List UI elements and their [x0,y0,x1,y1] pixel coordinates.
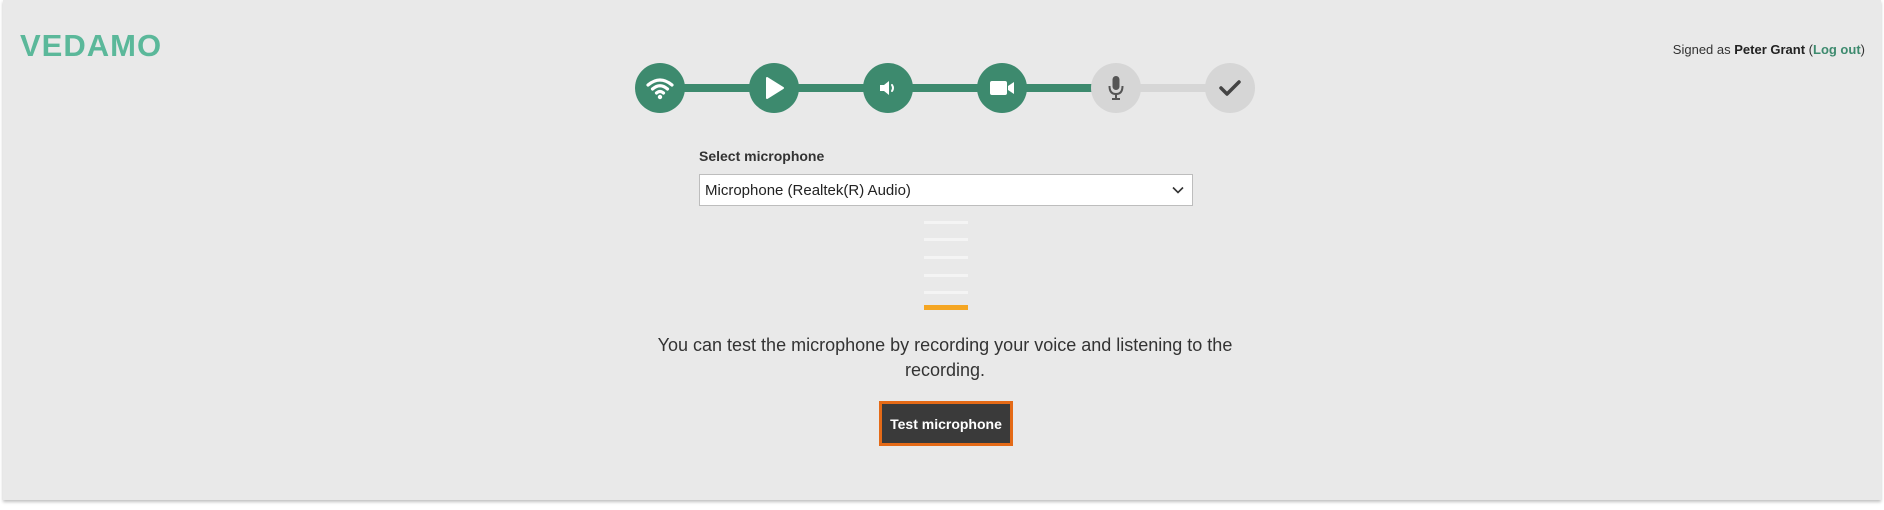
logout-link[interactable]: Log out [1813,42,1861,57]
microphone-level-meter [924,221,968,311]
test-microphone-button[interactable]: Test microphone [879,401,1013,446]
video-camera-icon [990,81,1014,95]
checkmark-icon [1219,80,1241,96]
level-bar [924,291,968,294]
play-icon [766,77,784,99]
step-network [635,63,685,113]
close-paren: ) [1860,42,1865,57]
open-paren: ( [1805,42,1813,57]
step-playback [749,63,799,113]
step-microphone [1091,63,1141,113]
main-panel: VEDAMO Signed as Peter Grant (Log out) S… [3,0,1881,500]
signed-prefix: Signed as [1672,42,1735,57]
microphone-icon [1108,76,1124,100]
selected-microphone: Microphone (Realtek(R) Audio) [705,182,911,199]
step-speaker [863,63,913,113]
select-microphone-label: Select microphone [699,148,825,164]
microphone-select[interactable]: Microphone (Realtek(R) Audio) [699,174,1193,206]
level-bar [924,238,968,241]
wifi-icon [646,78,674,100]
level-bar [924,256,968,259]
level-bar [924,221,968,224]
speaker-icon [880,81,894,95]
step-complete [1205,63,1255,113]
setup-stepper [635,63,1257,113]
step-camera [977,63,1027,113]
level-bar [924,274,968,277]
microphone-test-hint: You can test the microphone by recording… [657,335,1233,380]
vedamo-logo: VEDAMO [20,28,163,63]
level-bar-active [924,305,968,310]
user-name: Peter Grant [1734,42,1806,57]
chevron-down-icon [1172,186,1184,194]
signed-in-info: Signed as Peter Grant (Log out) [1673,42,1865,57]
